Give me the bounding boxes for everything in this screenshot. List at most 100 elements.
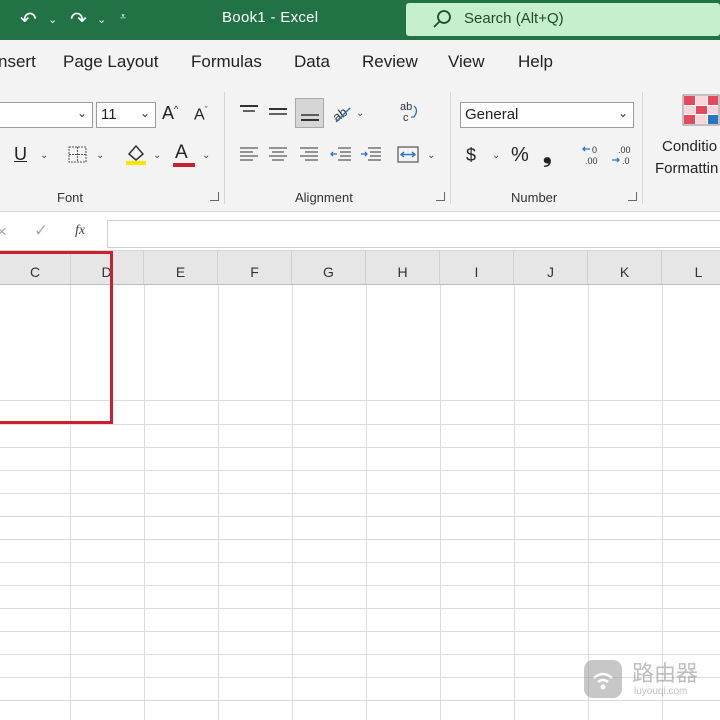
row-gridline: [0, 493, 720, 494]
merge-center-icon[interactable]: [397, 145, 419, 165]
tab-formulas[interactable]: Formulas: [191, 52, 262, 72]
insert-function-button[interactable]: fx: [75, 223, 85, 239]
align-center-icon[interactable]: [268, 147, 288, 163]
formula-input[interactable]: [107, 220, 720, 248]
bottom-align-icon: [301, 114, 319, 121]
wrap-text-icon[interactable]: ab c: [398, 100, 420, 124]
title-bar: ↶ ⌄ ↷ ⌄ ⩡ Book1 - Excel Search (Alt+Q): [0, 0, 720, 40]
align-right-icon[interactable]: [299, 147, 319, 163]
number-dialog-launcher[interactable]: [628, 192, 637, 201]
column-header-e[interactable]: E: [144, 251, 218, 284]
row-gridline: [0, 516, 720, 517]
decrease-font-size-button[interactable]: Aˇ: [194, 105, 208, 124]
group-separator: [224, 92, 225, 204]
row-gridline: [0, 470, 720, 471]
enter-icon[interactable]: ✓: [34, 221, 48, 241]
group-label-font: Font: [57, 190, 84, 205]
column-header-i[interactable]: I: [440, 251, 514, 284]
ribbon-tabs: nsert Page Layout Formulas Data Review V…: [0, 40, 720, 86]
conditional-formatting-label-1[interactable]: Conditio: [662, 138, 717, 155]
decrease-indent-icon[interactable]: [330, 147, 352, 163]
merge-dropdown-icon[interactable]: ⌄: [427, 150, 435, 161]
svg-text:ab: ab: [330, 104, 350, 124]
conditional-formatting-label-2[interactable]: Formattin: [655, 160, 718, 177]
borders-icon[interactable]: [68, 146, 88, 164]
tab-data[interactable]: Data: [294, 52, 330, 72]
font-color-button[interactable]: A: [175, 142, 188, 164]
orientation-dropdown-icon[interactable]: ⌄: [356, 108, 364, 119]
font-dialog-launcher[interactable]: [210, 192, 219, 201]
alignment-dialog-launcher[interactable]: [436, 192, 445, 201]
watermark-cn: 路由器: [632, 662, 699, 687]
group-label-number: Number: [511, 190, 558, 205]
font-color-swatch: [173, 163, 195, 167]
svg-text:.00: .00: [585, 156, 598, 166]
group-label-alignment: Alignment: [295, 190, 353, 205]
row-gridline: [0, 539, 720, 540]
underline-button[interactable]: U: [14, 144, 27, 165]
comma-style-button[interactable]: ❟: [543, 142, 552, 168]
font-color-dropdown-icon[interactable]: ⌄: [202, 150, 210, 161]
number-format-dropdown[interactable]: General ⌄: [460, 102, 634, 128]
chevron-down-icon: ⌄: [139, 106, 150, 120]
formula-bar: × ✓ fx: [0, 212, 720, 251]
column-header-g[interactable]: G: [292, 251, 366, 284]
column-header-j[interactable]: J: [514, 251, 588, 284]
customize-toolbar-icon[interactable]: ⩡: [120, 11, 126, 24]
svg-text:c: c: [403, 112, 409, 124]
row-gridline: [0, 562, 720, 563]
ribbon: ⌄ 11 ⌄ A^ Aˇ U ⌄ ⌄ ⌄ A ⌄ Font ab ⌄ ab c: [0, 86, 720, 212]
bottom-align-button[interactable]: [295, 98, 324, 128]
undo-icon[interactable]: ↶: [20, 7, 37, 32]
row-gridline: [0, 424, 720, 425]
redo-icon[interactable]: ↷: [70, 7, 87, 32]
align-left-icon[interactable]: [239, 147, 259, 163]
search-placeholder: Search (Alt+Q): [464, 10, 564, 27]
row-gridline: [0, 608, 720, 609]
middle-align-icon[interactable]: [268, 104, 288, 120]
column-header-f[interactable]: F: [218, 251, 292, 284]
fill-color-icon[interactable]: [125, 142, 147, 166]
column-header-k[interactable]: K: [588, 251, 662, 284]
currency-dropdown-icon[interactable]: ⌄: [492, 150, 500, 161]
borders-dropdown-icon[interactable]: ⌄: [96, 150, 104, 161]
redo-dropdown-icon[interactable]: ⌄: [97, 13, 106, 26]
decrease-decimal-icon[interactable]: .00 .0: [610, 143, 634, 167]
conditional-formatting-icon[interactable]: [682, 94, 720, 126]
highlight-annotation: [0, 251, 113, 424]
tab-page-layout[interactable]: Page Layout: [63, 52, 158, 72]
currency-format-button[interactable]: $: [466, 145, 476, 166]
watermark: 路由器 luyouqi.com: [582, 654, 712, 706]
router-logo-icon: [584, 660, 622, 698]
tab-view[interactable]: View: [448, 52, 485, 72]
column-header-h[interactable]: H: [366, 251, 440, 284]
number-format-value: General: [465, 106, 519, 123]
increase-indent-icon[interactable]: [360, 147, 382, 163]
decrease-font-label: A: [194, 106, 205, 124]
percent-style-button[interactable]: %: [511, 144, 529, 167]
font-size-value: 11: [101, 106, 117, 123]
tab-insert[interactable]: nsert: [0, 52, 36, 72]
svg-text:.0: .0: [622, 156, 630, 166]
column-header-l[interactable]: L: [662, 251, 720, 284]
orientation-icon[interactable]: ab: [330, 102, 352, 124]
watermark-en: luyouqi.com: [634, 686, 688, 697]
row-gridline: [0, 447, 720, 448]
top-align-icon[interactable]: [239, 104, 259, 120]
fill-color-dropdown-icon[interactable]: ⌄: [153, 150, 161, 161]
chevron-down-icon: ⌄: [617, 106, 628, 120]
underline-dropdown-icon[interactable]: ⌄: [40, 150, 48, 161]
undo-dropdown-icon[interactable]: ⌄: [48, 13, 57, 26]
font-name-dropdown[interactable]: ⌄: [0, 102, 93, 128]
tab-help[interactable]: Help: [518, 52, 553, 72]
group-separator: [450, 92, 451, 204]
increase-font-size-button[interactable]: A^: [162, 103, 178, 124]
group-separator: [642, 92, 643, 204]
font-size-dropdown[interactable]: 11 ⌄: [96, 102, 156, 128]
tab-review[interactable]: Review: [362, 52, 418, 72]
cancel-icon[interactable]: ×: [0, 222, 7, 242]
row-gridline: [0, 631, 720, 632]
search-box[interactable]: Search (Alt+Q): [406, 3, 720, 36]
search-icon: [433, 10, 451, 28]
increase-decimal-icon[interactable]: 0 .00: [582, 143, 604, 167]
